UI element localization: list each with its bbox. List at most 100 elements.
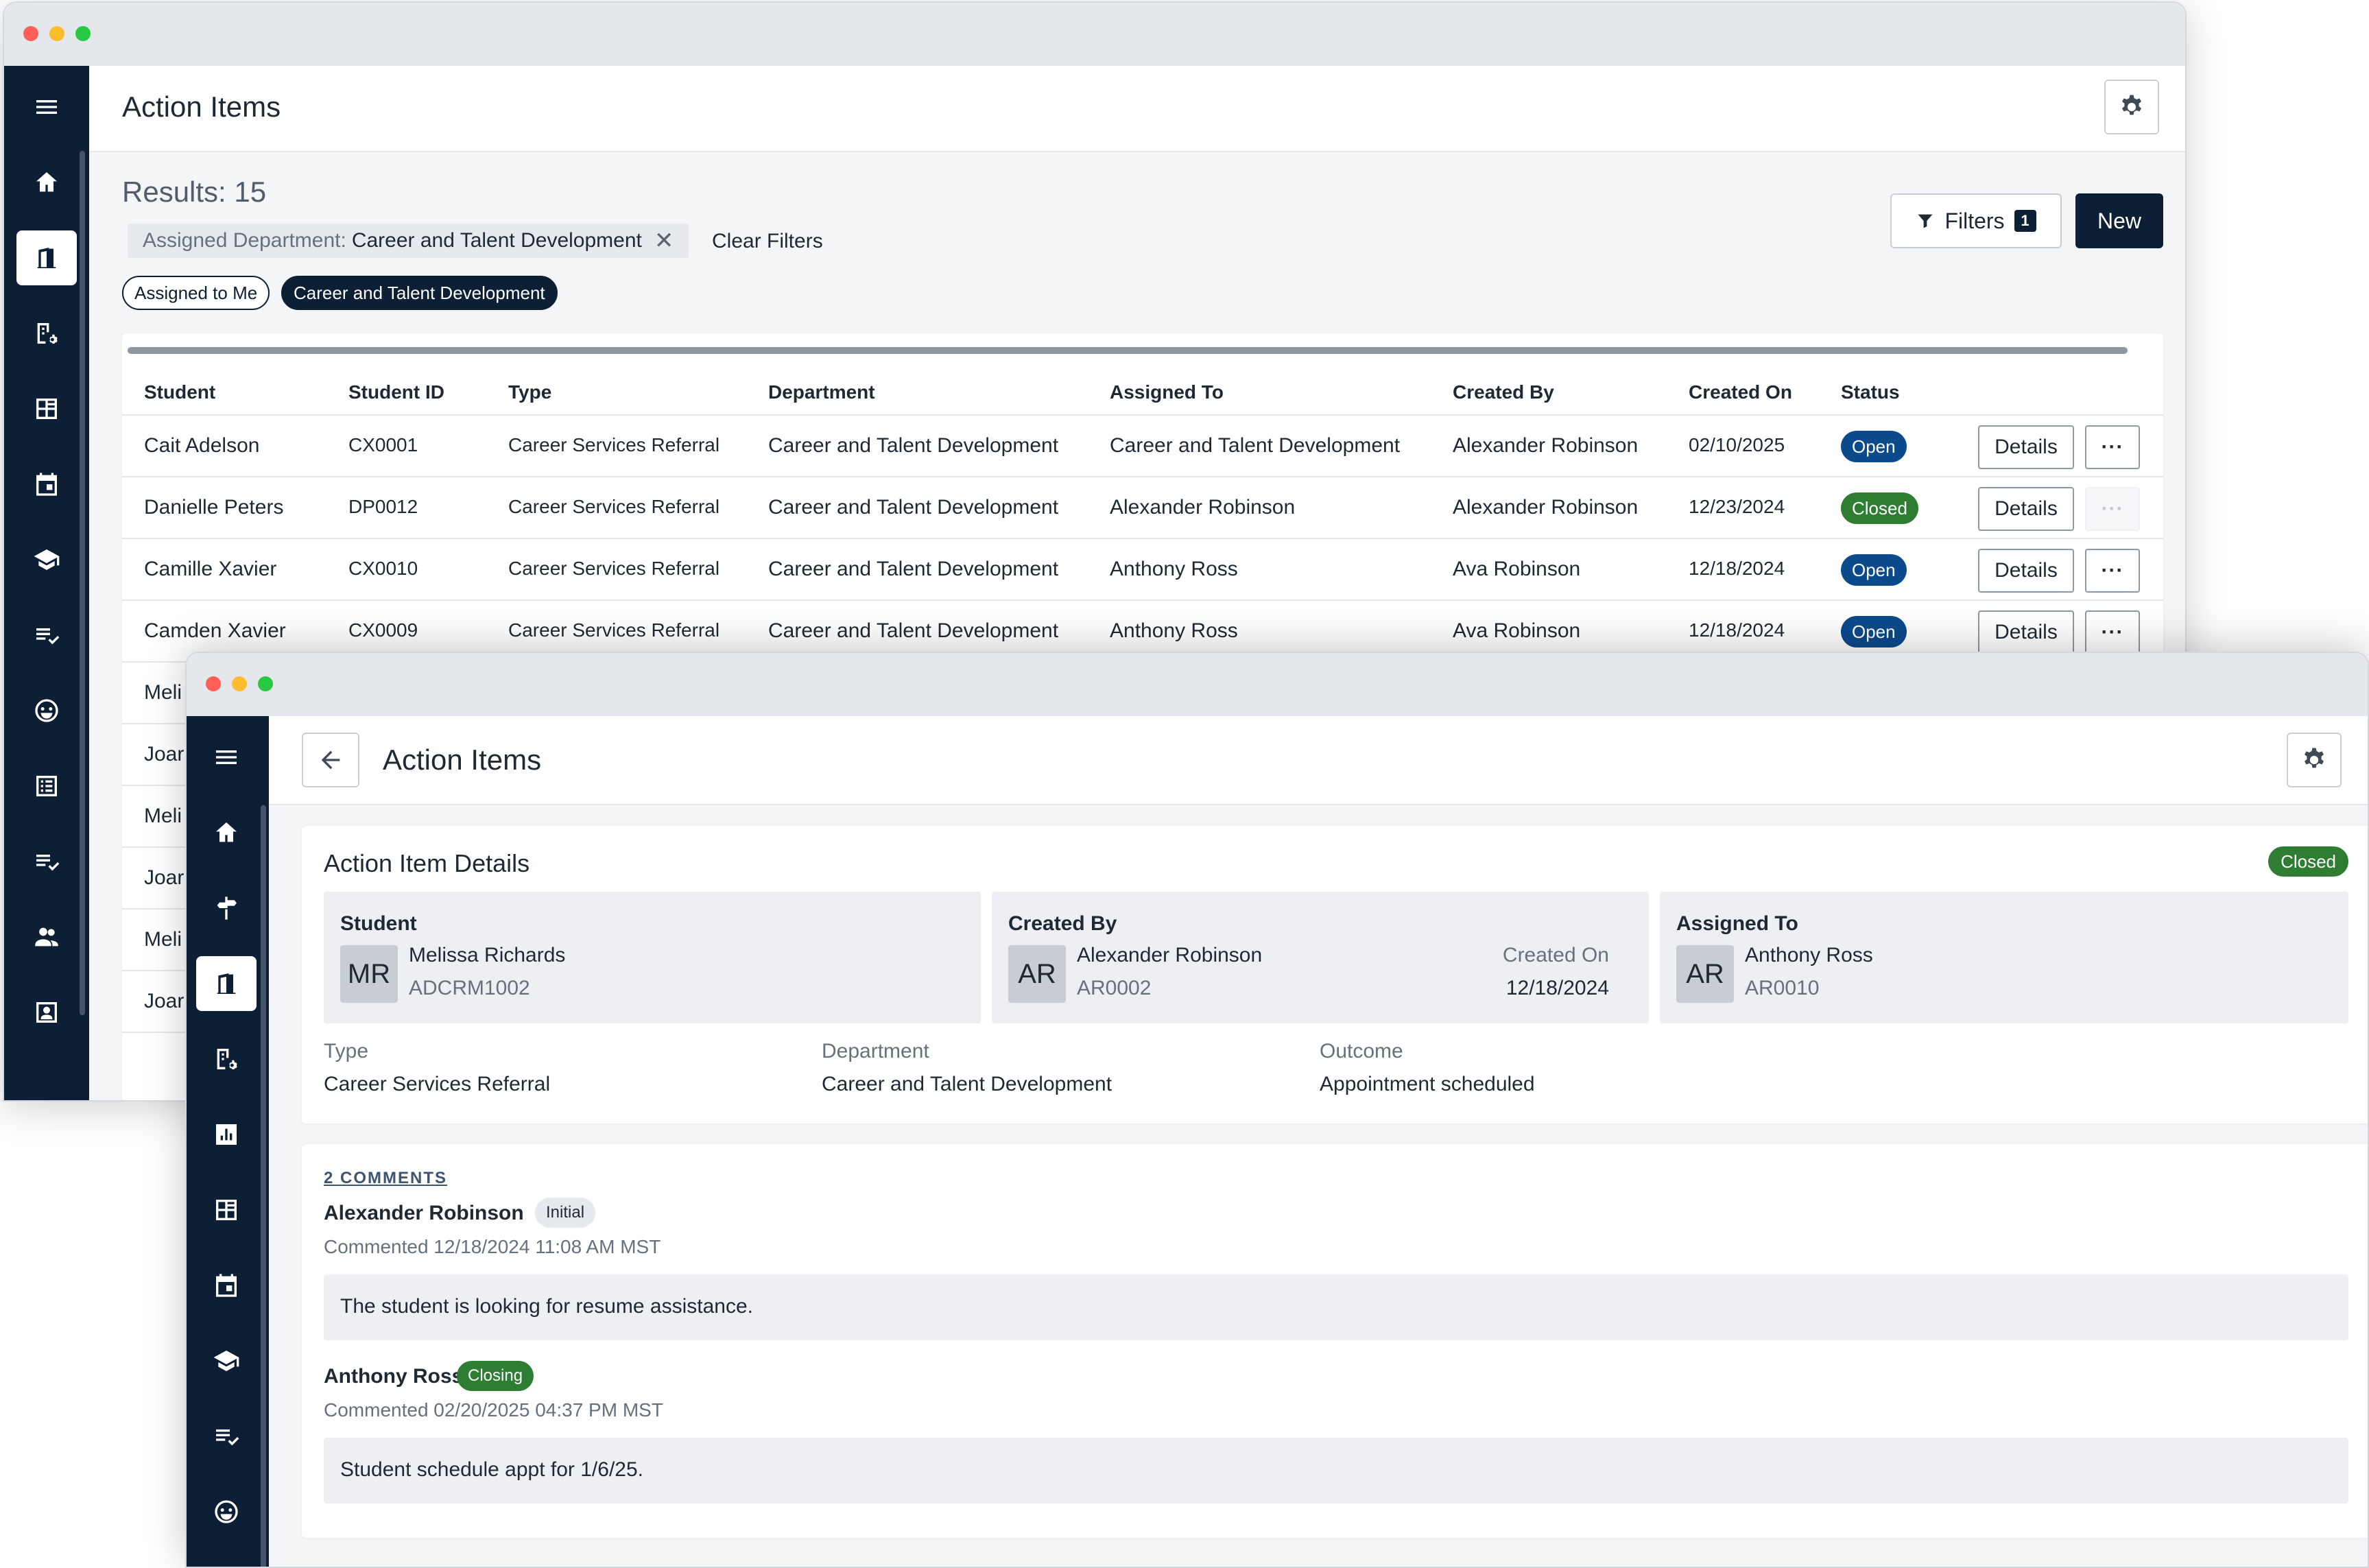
more-options-button[interactable]: ··· <box>2085 610 2140 654</box>
student-name-link[interactable]: Melissa Richards <box>409 944 565 967</box>
column-header-student[interactable]: Student <box>144 381 215 403</box>
sidebar-scrollbar[interactable] <box>80 151 85 1015</box>
cell-assigned-to: Anthony Ross <box>1110 558 1238 580</box>
column-header-type[interactable]: Type <box>508 381 551 403</box>
assigned-to-label: Assigned To <box>1676 912 1798 935</box>
smiley-icon[interactable] <box>196 1484 257 1539</box>
column-header-student-id[interactable]: Student ID <box>348 381 444 403</box>
cell-student: Meli <box>144 928 182 951</box>
door-icon[interactable] <box>196 956 257 1011</box>
cell-type: Career Services Referral <box>508 619 720 641</box>
clear-filters-link[interactable]: Clear Filters <box>712 230 823 253</box>
settings-button[interactable] <box>2287 733 2342 787</box>
column-header-assigned-to[interactable]: Assigned To <box>1110 381 1224 403</box>
people-icon[interactable] <box>16 910 77 964</box>
home-icon[interactable] <box>16 155 77 210</box>
cell-created-on: 12/23/2024 <box>1689 496 1785 517</box>
details-button[interactable]: Details <box>1978 549 2074 593</box>
minimize-window-icon[interactable] <box>49 26 64 41</box>
column-header-created-by[interactable]: Created By <box>1453 381 1554 403</box>
sidebar-scrollbar[interactable] <box>261 805 266 1567</box>
cell-student: Danielle Peters <box>144 496 284 519</box>
created-by-id: AR0002 <box>1077 977 1152 999</box>
cell-type: Career Services Referral <box>508 496 720 517</box>
window-titlebar <box>187 653 2368 716</box>
page-title: Action Items <box>383 744 542 776</box>
cell-created-on: 12/18/2024 <box>1689 558 1785 579</box>
comment-meta: Commented 02/20/2025 04:37 PM MST <box>324 1399 663 1421</box>
close-window-icon[interactable] <box>206 676 221 691</box>
type-label: Type <box>324 1040 369 1062</box>
department-label: Department <box>822 1040 929 1062</box>
settings-button[interactable] <box>2104 80 2159 134</box>
details-button[interactable]: Details <box>1978 487 2074 531</box>
home-icon[interactable] <box>196 805 257 860</box>
building-gear-icon[interactable] <box>196 1032 257 1086</box>
bar-chart-icon[interactable] <box>196 1107 257 1162</box>
action-item-details-window: Action Items Action Item Details Closed … <box>185 652 2369 1568</box>
column-header-status[interactable]: Status <box>1841 381 1900 403</box>
menu-icon[interactable] <box>196 730 257 785</box>
filters-button[interactable]: Filters 1 <box>1890 193 2062 248</box>
remove-filter-icon[interactable]: ✕ <box>654 227 674 254</box>
cell-student: Joar <box>144 743 184 765</box>
table-row[interactable]: Camille Xavier CX0010 Career Services Re… <box>122 539 2163 601</box>
more-options-button[interactable]: ··· <box>2085 425 2140 469</box>
details-button[interactable]: Details <box>1978 425 2074 469</box>
door-icon[interactable] <box>16 230 77 285</box>
graduation-cap-icon[interactable] <box>196 1333 257 1388</box>
dashboard-icon[interactable] <box>16 381 77 436</box>
signpost-icon[interactable] <box>196 881 257 936</box>
table-row[interactable]: Cait Adelson CX0001 Career Services Refe… <box>122 416 2163 477</box>
close-window-icon[interactable] <box>23 26 38 41</box>
maximize-window-icon[interactable] <box>75 26 91 41</box>
table-row[interactable]: Danielle Peters DP0012 Career Services R… <box>122 477 2163 539</box>
created-by-name: Alexander Robinson <box>1077 944 1263 966</box>
table-horizontal-scrollbar[interactable] <box>128 347 2128 354</box>
created-by-label: Created By <box>1008 912 1117 935</box>
filter-icon <box>1918 214 1933 228</box>
details-content: Action Item Details Closed Student MR Me… <box>269 805 2368 1567</box>
quick-filter-assigned-to-me[interactable]: Assigned to Me <box>122 276 270 310</box>
dashboard-icon[interactable] <box>196 1183 257 1237</box>
comment-tag: Initial <box>535 1198 596 1228</box>
menu-icon[interactable] <box>16 80 77 134</box>
calendar-icon[interactable] <box>196 1258 257 1313</box>
cell-created-by: Ava Robinson <box>1453 619 1581 642</box>
column-header-created-on[interactable]: Created On <box>1689 381 1792 403</box>
status-badge: Open <box>1841 616 1907 648</box>
cell-student: Joar <box>144 990 184 1012</box>
minimize-window-icon[interactable] <box>232 676 247 691</box>
created-on-value: 12/18/2024 <box>1505 977 1609 999</box>
calendar-icon[interactable] <box>16 457 77 512</box>
graduation-cap-icon[interactable] <box>16 532 77 587</box>
cell-department: Career and Talent Development <box>768 496 1059 519</box>
contact-card-icon[interactable] <box>16 985 77 1040</box>
assigned-to-name: Anthony Ross <box>1745 944 1873 966</box>
back-button[interactable] <box>302 733 359 787</box>
checklist-icon[interactable] <box>16 608 77 663</box>
outcome-value: Appointment scheduled <box>1320 1073 1535 1095</box>
cell-student-id: CX0001 <box>348 434 418 455</box>
cell-student: Meli <box>144 681 182 704</box>
quick-filter-department[interactable]: Career and Talent Development <box>281 276 558 310</box>
checklist-icon[interactable] <box>196 1409 257 1464</box>
sidebar <box>4 66 89 1100</box>
checklist-icon[interactable] <box>16 834 77 889</box>
comment-author: Alexander Robinson <box>324 1202 524 1224</box>
details-button[interactable]: Details <box>1978 610 2074 654</box>
list-icon[interactable] <box>16 759 77 813</box>
status-badge: Open <box>1841 554 1907 586</box>
comments-toggle[interactable]: 2 COMMENTS <box>324 1169 447 1188</box>
maximize-window-icon[interactable] <box>258 676 273 691</box>
type-value: Career Services Referral <box>324 1073 551 1095</box>
building-gear-icon[interactable] <box>16 306 77 361</box>
new-button[interactable]: New <box>2075 193 2163 248</box>
more-options-button[interactable]: ··· <box>2085 549 2140 593</box>
column-header-department[interactable]: Department <box>768 381 875 403</box>
smiley-icon[interactable] <box>16 683 77 738</box>
cell-created-by: Ava Robinson <box>1453 558 1581 580</box>
assigned-to-box: Assigned To AR Anthony Ross AR0010 <box>1660 892 2348 1023</box>
gear-icon <box>2122 95 2141 115</box>
active-filter-chip[interactable]: Assigned Department: Career and Talent D… <box>128 224 689 258</box>
